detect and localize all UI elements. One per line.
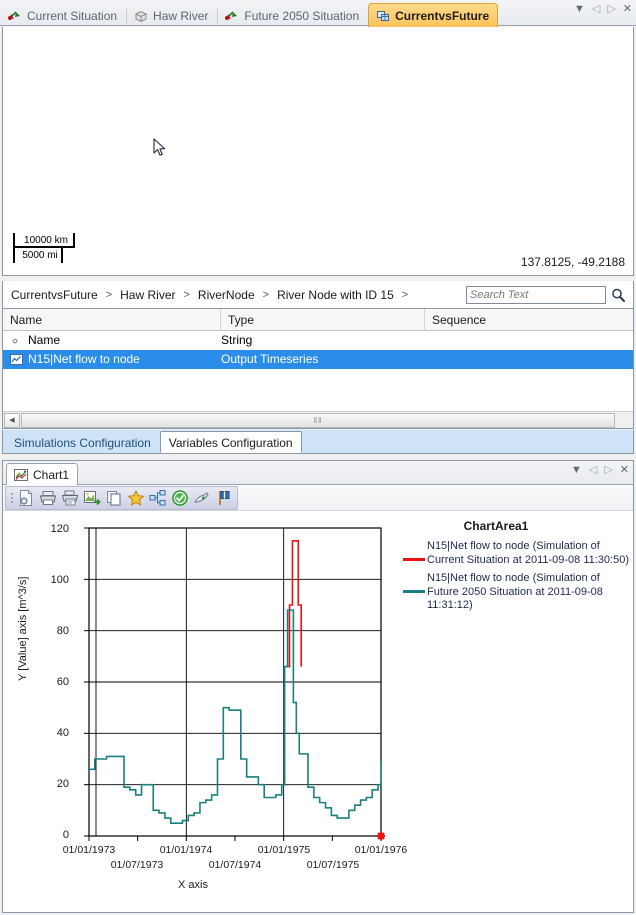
flag-button[interactable] (213, 487, 235, 509)
cell-sequence (425, 331, 633, 350)
chart-dropdown-button[interactable]: ▼ (571, 465, 582, 476)
network-model-icon (224, 8, 240, 24)
cell-name: Name (3, 331, 221, 350)
box-model-icon (133, 8, 149, 24)
breadcrumb-item-0[interactable]: CurrentvsFuture (9, 288, 100, 302)
map-coordinates: 137.8125, -49.2188 (520, 255, 625, 269)
tab-label: Future 2050 Situation (244, 9, 360, 23)
column-header-sequence[interactable]: Sequence (425, 309, 633, 331)
chart-toolbar (3, 485, 633, 511)
scroll-thumb[interactable]: ‖‖ (21, 412, 615, 428)
tab-label: Chart1 (33, 467, 70, 482)
chart-tab-strip: Chart1 ▼ ◁ ▷ ✕ (3, 461, 633, 485)
chart-prev-button[interactable]: ◁ (589, 465, 597, 476)
export-image-button[interactable] (81, 487, 103, 509)
favorite-button[interactable] (125, 487, 147, 509)
breadcrumb-separator: > (105, 288, 113, 301)
map-canvas[interactable]: 10000 km 5000 mi 137.8125, -49.2188 (2, 27, 634, 276)
cell-name-text: Name (28, 333, 61, 347)
tab-label: CurrentvsFuture (395, 8, 490, 23)
legend-label: N15|Net flow to node (Simulation of Futu… (427, 572, 603, 611)
table-row[interactable]: Name String (3, 331, 633, 350)
chart-end-marker (377, 832, 385, 840)
search-icon[interactable] (609, 286, 627, 304)
properties-grid: Name Type Sequence Name String N15|Net f… (2, 309, 634, 429)
mouse-cursor-icon (153, 138, 167, 158)
search-area (466, 285, 627, 304)
copy-button[interactable] (103, 487, 125, 509)
legend-swatch-current (401, 552, 427, 566)
edit-chart-button[interactable] (191, 487, 213, 509)
tab-label: Current Situation (27, 9, 118, 23)
tab-dropdown-button[interactable]: ▼ (574, 4, 585, 15)
chart-close-icon[interactable]: ✕ (620, 465, 629, 476)
legend-swatch-future (401, 584, 427, 598)
scale-km-label: 10000 km (24, 235, 68, 246)
chart-next-button[interactable]: ▷ (604, 465, 612, 476)
cell-sequence (425, 350, 633, 369)
legend-item[interactable]: N15|Net flow to node (Simulation of Futu… (401, 572, 629, 613)
application-window: Current Situation Haw River Future 2050 … (0, 0, 636, 915)
scale-km-row: 10000 km (13, 233, 75, 248)
breadcrumb-item-3[interactable]: River Node with ID 15 (275, 288, 396, 302)
cell-type: String (221, 333, 253, 347)
property-dot-icon (10, 334, 23, 347)
cell-name: N15|Net flow to node (3, 350, 221, 369)
breadcrumb-item-1[interactable]: Haw River (118, 288, 177, 302)
column-header-type[interactable]: Type (221, 309, 425, 331)
breadcrumb-separator: > (183, 288, 190, 301)
organize-series-button[interactable] (147, 487, 169, 509)
chart-panel: Chart1 ▼ ◁ ▷ ✕ Y [Value] axis [m^3/s] X … (2, 460, 634, 913)
tab-simulations-configuration[interactable]: Simulations Configuration (5, 432, 160, 453)
table-row[interactable]: N15|Net flow to node Output Timeseries (3, 350, 633, 369)
chart-toolbar-group (5, 485, 238, 510)
search-input[interactable] (466, 285, 606, 304)
close-icon[interactable]: ✕ (623, 4, 632, 15)
breadcrumb: CurrentvsFuture > Haw River > RiverNode … (2, 281, 634, 309)
toolbar-gripper-icon[interactable] (8, 490, 15, 506)
legend-item[interactable]: N15|Net flow to node (Simulation of Curr… (401, 540, 629, 567)
network-model-icon (7, 8, 23, 24)
tab-variables-configuration[interactable]: Variables Configuration (159, 431, 302, 453)
scale-mi-row: 5000 mi (13, 248, 63, 263)
save-chart-button[interactable] (15, 487, 37, 509)
tab-prev-button[interactable]: ◁ (592, 4, 600, 15)
document-tab-strip: Current Situation Haw River Future 2050 … (0, 0, 636, 27)
chart-window-controls: ▼ ◁ ▷ ✕ (571, 465, 629, 476)
timeseries-chart-icon (10, 353, 23, 366)
grid-header-row: Name Type Sequence (3, 309, 633, 331)
cell-type: Output Timeseries (221, 352, 319, 366)
tab-current-situation[interactable]: Current Situation (0, 5, 126, 27)
window-controls: ▼ ◁ ▷ ✕ (574, 4, 632, 15)
grid-horizontal-scrollbar[interactable]: ◀ ‖‖ (3, 411, 633, 428)
apply-button[interactable] (169, 487, 191, 509)
legend-title: ChartArea1 (463, 519, 529, 533)
breadcrumb-item-2[interactable]: RiverNode (196, 288, 257, 302)
print-preview-button[interactable] (59, 487, 81, 509)
scroll-left-button[interactable]: ◀ (4, 412, 20, 428)
chart-legend: ChartArea1 N15|Net flow to node (Simulat… (401, 519, 629, 618)
column-header-name[interactable]: Name (3, 309, 221, 331)
breadcrumb-separator: > (262, 288, 270, 301)
tab-next-button[interactable]: ▷ (607, 4, 615, 15)
tab-future-2050-situation[interactable]: Future 2050 Situation (217, 5, 368, 27)
chart-plot-area[interactable]: Y [Value] axis [m^3/s] X axis 120 100 80… (3, 511, 633, 911)
configuration-tab-bar: Simulations Configuration Variables Conf… (2, 430, 634, 454)
cell-name-text: N15|Net flow to node (28, 352, 140, 366)
tab-chart1[interactable]: Chart1 (6, 463, 79, 485)
comparison-icon (375, 8, 391, 24)
tab-currentvsfuture[interactable]: CurrentvsFuture (368, 3, 499, 27)
tab-haw-river[interactable]: Haw River (126, 5, 217, 27)
legend-label: N15|Net flow to node (Simulation of Curr… (427, 540, 630, 566)
chart-icon (13, 467, 29, 483)
print-button[interactable] (37, 487, 59, 509)
scale-mi-label: 5000 mi (22, 250, 58, 261)
breadcrumb-separator-trailing: > (401, 288, 409, 301)
map-scale-bar: 10000 km 5000 mi (13, 233, 75, 263)
tab-label: Haw River (153, 9, 209, 23)
